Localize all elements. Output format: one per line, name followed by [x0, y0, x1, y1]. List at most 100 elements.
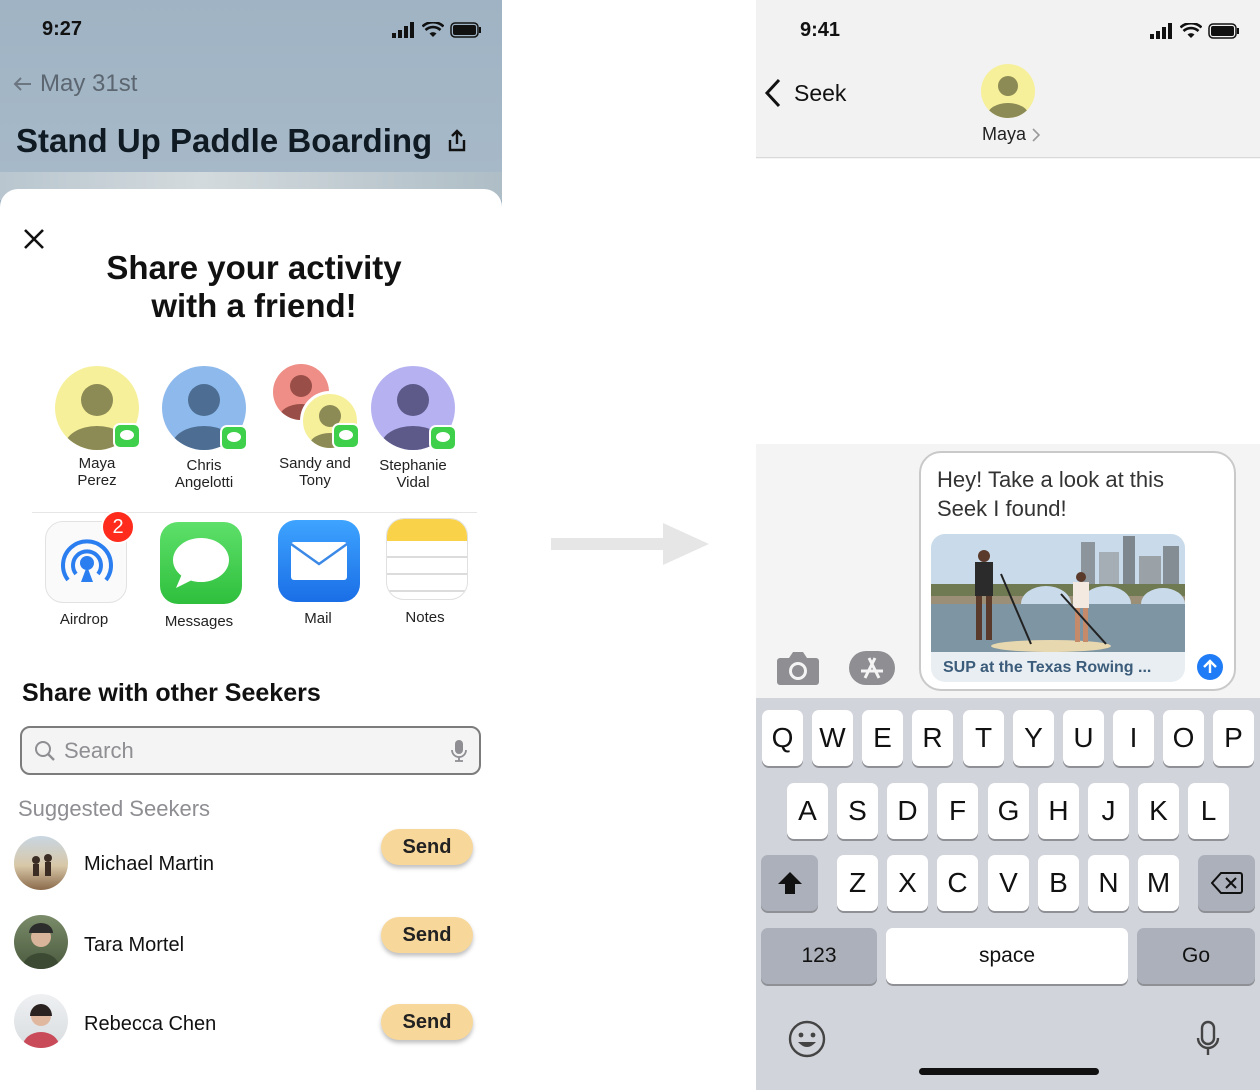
back-label: Seek — [794, 79, 847, 106]
space-key[interactable]: space — [886, 928, 1128, 984]
wifi-icon — [1180, 23, 1202, 38]
key-e[interactable]: E — [862, 710, 903, 766]
key-m[interactable]: M — [1138, 855, 1179, 911]
seeker-row: Tara Mortel Send — [14, 915, 484, 971]
seeker-avatar — [14, 994, 68, 1048]
search-input[interactable]: Search — [20, 726, 481, 775]
mail-icon — [278, 520, 360, 602]
contact-sandy-and-tony[interactable]: Sandy and Tony — [260, 364, 370, 494]
go-key[interactable]: Go — [1137, 928, 1255, 984]
contact-first-name: Maya — [78, 455, 116, 472]
key-l[interactable]: L — [1188, 783, 1229, 839]
status-time: 9:27 — [42, 18, 83, 40]
status-icons — [392, 22, 482, 38]
key-c[interactable]: C — [937, 855, 978, 911]
seeker-name: Tara Mortel — [84, 934, 185, 956]
contact-name: Maya — [981, 124, 1026, 144]
link-caption: SUP at the Texas Rowing ... — [943, 659, 1152, 676]
contact-first-name: Stephanie — [379, 457, 447, 474]
key-t[interactable]: T — [963, 710, 1004, 766]
home-indicator — [919, 1068, 1099, 1075]
seeker-avatar — [14, 915, 68, 969]
send-button[interactable]: Send — [381, 1004, 473, 1040]
flow-arrow-icon — [551, 523, 709, 565]
keyboard: Q W E R T Y U I O P A S D F G H J K L Z … — [756, 698, 1260, 1090]
chevron-left-icon — [764, 78, 781, 108]
seeker-row: Rebecca Chen Send — [14, 994, 484, 1050]
delete-key[interactable] — [1198, 855, 1255, 911]
contact-chris-angelotti[interactable]: Chris Angelotti — [149, 366, 259, 496]
arrow-up-icon — [1203, 659, 1217, 673]
app-label: Notes — [405, 609, 445, 626]
sheet-title: Share your activity with a friend! — [0, 249, 502, 325]
key-j[interactable]: J — [1088, 783, 1129, 839]
app-label: Mail — [304, 610, 332, 627]
key-z[interactable]: Z — [837, 855, 878, 911]
key-o[interactable]: O — [1163, 710, 1204, 766]
shift-key[interactable] — [761, 855, 818, 911]
contact-name-button[interactable]: Maya — [956, 124, 1066, 145]
compose-area: Hey! Take a look at this Seek I found! S… — [756, 444, 1260, 698]
key-p[interactable]: P — [1213, 710, 1254, 766]
key-r[interactable]: R — [912, 710, 953, 766]
key-f[interactable]: F — [937, 783, 978, 839]
key-w[interactable]: W — [812, 710, 853, 766]
notes-icon — [386, 518, 468, 600]
contact-last-name: Tony — [299, 472, 331, 489]
key-d[interactable]: D — [887, 783, 928, 839]
sheet-title-line1: Share your activity — [106, 249, 402, 286]
share-icon[interactable] — [446, 129, 468, 153]
person-icon — [987, 76, 1029, 118]
chevron-right-icon — [1032, 127, 1040, 142]
key-k[interactable]: K — [1138, 783, 1179, 839]
key-h[interactable]: H — [1038, 783, 1079, 839]
key-u[interactable]: U — [1063, 710, 1104, 766]
activity-title: Stand Up Paddle Boarding — [16, 122, 433, 159]
message-text: Hey! Take a look at this Seek I found! — [937, 467, 1165, 521]
messages-badge-icon — [332, 423, 360, 449]
backspace-icon — [1210, 872, 1243, 894]
key-s[interactable]: S — [837, 783, 878, 839]
back-button[interactable]: Seek — [764, 78, 846, 108]
contact-last-name: Perez — [77, 472, 117, 489]
key-b[interactable]: B — [1038, 855, 1079, 911]
page-title: Stand Up Paddle Boarding — [16, 122, 468, 160]
search-placeholder: Search — [64, 737, 134, 763]
contact-avatar[interactable] — [981, 64, 1035, 118]
battery-icon — [450, 22, 481, 38]
shift-icon — [777, 872, 802, 894]
emoji-icon[interactable] — [788, 1020, 826, 1058]
send-message-button[interactable] — [1197, 654, 1223, 680]
key-g[interactable]: G — [988, 783, 1029, 839]
seeker-name: Rebecca Chen — [84, 1013, 217, 1035]
sheet-title-line2: with a friend! — [151, 287, 357, 324]
key-q[interactable]: Q — [762, 710, 803, 766]
contact-maya-perez[interactable]: Maya Perez — [42, 366, 152, 496]
status-time: 9:41 — [800, 19, 841, 41]
conversation-header: 9:41 Seek Maya — [756, 0, 1260, 158]
key-i[interactable]: I — [1113, 710, 1154, 766]
dictation-microphone-icon[interactable] — [1196, 1020, 1220, 1058]
link-preview-card[interactable]: SUP at the Texas Rowing ... — [931, 534, 1185, 682]
key-n[interactable]: N — [1088, 855, 1129, 911]
share-screen: 9:27 May 31st Stand Up Paddle Boarding S… — [0, 0, 502, 1090]
divider — [32, 512, 477, 513]
messages-badge-icon — [220, 425, 248, 451]
contact-stephanie-vidal[interactable]: Stephanie Vidal — [358, 366, 468, 496]
message-draft[interactable]: Hey! Take a look at this Seek I found! S… — [919, 451, 1236, 691]
key-x[interactable]: X — [887, 855, 928, 911]
signal-icon — [392, 22, 414, 38]
close-icon[interactable] — [22, 227, 46, 251]
key-v[interactable]: V — [988, 855, 1029, 911]
messages-badge-icon — [429, 425, 457, 451]
key-a[interactable]: A — [787, 783, 828, 839]
send-button[interactable]: Send — [381, 829, 473, 865]
app-store-icon[interactable] — [848, 650, 896, 686]
key-y[interactable]: Y — [1013, 710, 1054, 766]
numbers-key[interactable]: 123 — [761, 928, 877, 984]
camera-icon[interactable] — [776, 650, 820, 686]
back-date-label: May 31st — [40, 70, 138, 97]
send-button[interactable]: Send — [381, 917, 473, 953]
back-button[interactable]: May 31st — [12, 70, 137, 98]
microphone-icon[interactable] — [451, 739, 467, 763]
